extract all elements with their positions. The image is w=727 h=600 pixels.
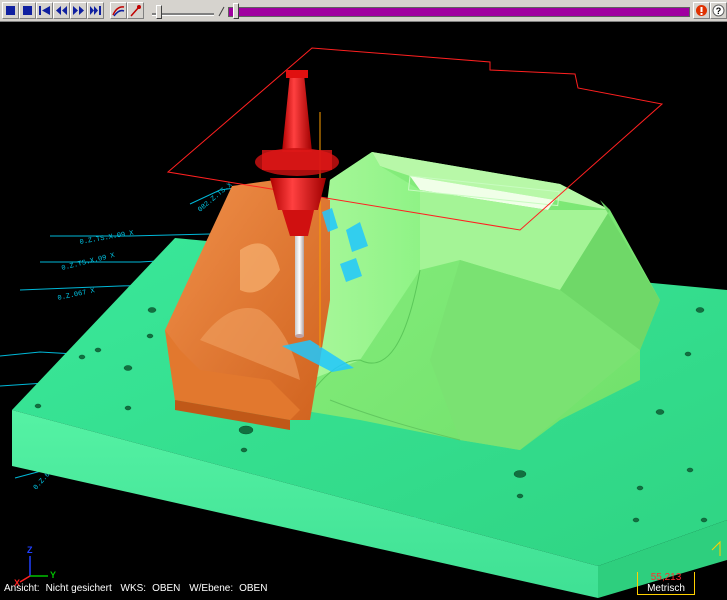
path-display-button[interactable]	[110, 2, 127, 19]
wplane-label: W/Ebene:	[189, 583, 234, 594]
view-label: Ansicht:	[4, 583, 40, 594]
help-button[interactable]: ?	[710, 2, 727, 19]
tool-icon	[130, 5, 141, 17]
stop-circle-icon	[696, 5, 707, 16]
rewind-button[interactable]	[36, 2, 53, 19]
svg-text:0.Z.TS.X.09 X: 0.Z.TS.X.09 X	[79, 229, 135, 247]
svg-text:0.Z.067 X: 0.Z.067 X	[57, 287, 96, 303]
speed-slider-thumb[interactable]	[156, 5, 163, 19]
status-bar: Ansicht: Nicht gesichert WKS: OBEN W/Ebene…	[4, 583, 273, 597]
y-axis-label: Y	[50, 570, 57, 580]
slider-arrow	[218, 5, 226, 17]
play-button[interactable]	[70, 2, 87, 19]
stop-button[interactable]	[19, 2, 36, 19]
rewind-icon	[39, 6, 50, 15]
step-back-icon	[56, 6, 67, 15]
scale-indicator: 55,213 Metrisch	[637, 572, 695, 595]
wcs-value: OBEN	[152, 583, 181, 594]
scale-value: 55,213	[650, 572, 682, 583]
fast-forward-button[interactable]	[87, 2, 104, 19]
step-back-button[interactable]	[53, 2, 70, 19]
3d-viewport[interactable]: 0.Z.067 X 0.Z.TS.X.09 X 0.Z.TS.X.09 X 08…	[0, 22, 727, 600]
arrow-icon	[218, 6, 225, 17]
simulation-progress-thumb[interactable]	[233, 3, 239, 19]
axis-triad	[19, 556, 48, 583]
simulation-progress-bar[interactable]	[228, 7, 690, 17]
path-display-icon	[112, 6, 125, 17]
view-value: Nicht gesichert	[45, 583, 112, 594]
fast-forward-icon	[90, 6, 101, 15]
wplane-value: OBEN	[239, 583, 268, 594]
z-axis-label: Z	[27, 545, 33, 555]
simulation-toolbar: ?	[0, 0, 727, 22]
svg-text:?: ?	[716, 6, 722, 16]
scale-unit: Metrisch	[647, 583, 685, 594]
stop-marker-button[interactable]	[2, 2, 19, 19]
tool-display-button[interactable]	[127, 2, 144, 19]
stop-simulation-button[interactable]	[693, 2, 710, 19]
play-icon	[73, 6, 84, 15]
help-icon: ?	[712, 4, 725, 17]
wcs-label: WKS:	[120, 583, 147, 594]
stop-icon	[23, 6, 32, 15]
record-icon	[6, 6, 15, 15]
